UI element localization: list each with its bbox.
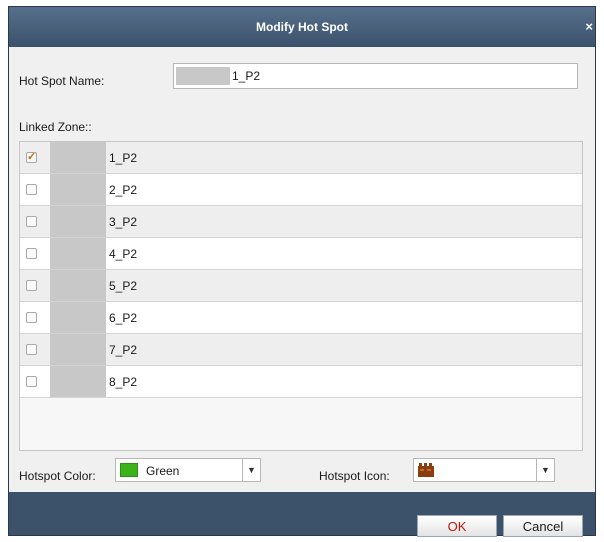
hot-spot-name-value: 1_P2 — [232, 69, 261, 83]
redacted-mask — [50, 142, 106, 173]
hotspot-icon-label: Hotspot Icon: — [319, 469, 390, 483]
redacted-mask — [50, 174, 106, 205]
zone-row[interactable]: 8_P2 — [20, 366, 582, 398]
zone-label: 5_P2 — [109, 279, 138, 293]
hotspot-color-label: Hotspot Color: — [19, 469, 96, 483]
redacted-mask — [50, 302, 106, 333]
zone-checkbox[interactable] — [26, 344, 37, 355]
chevron-down-icon[interactable]: ▼ — [536, 459, 554, 481]
zone-label: 7_P2 — [109, 343, 138, 357]
zone-checkbox[interactable] — [26, 376, 37, 387]
linked-zone-label: Linked Zone:: — [19, 120, 92, 134]
hotspot-color-value: Green — [146, 464, 180, 478]
zone-label: 8_P2 — [109, 375, 138, 389]
zone-row[interactable]: 4_P2 — [20, 238, 582, 270]
redacted-mask — [50, 334, 106, 365]
zone-checkbox[interactable] — [26, 216, 37, 227]
zone-label: 6_P2 — [109, 311, 138, 325]
modify-hot-spot-dialog: Modify Hot Spot × Hot Spot Name: 1_P2 Li… — [8, 6, 596, 537]
zone-checkbox[interactable] — [26, 280, 37, 291]
chevron-down-icon[interactable]: ▼ — [242, 459, 260, 481]
zone-label: 1_P2 — [109, 151, 138, 165]
zone-label: 2_P2 — [109, 183, 138, 197]
redacted-mask — [50, 238, 106, 269]
zone-label: 4_P2 — [109, 247, 138, 261]
zone-row[interactable]: 7_P2 — [20, 334, 582, 366]
color-swatch — [120, 463, 138, 477]
linked-zone-list[interactable]: 1_P2 2_P2 3_P2 4_P2 5_P2 6_P2 — [19, 141, 583, 451]
zone-row[interactable]: 1_P2 — [20, 142, 582, 174]
redacted-mask — [50, 270, 106, 301]
redacted-mask — [50, 206, 106, 237]
dialog-title: Modify Hot Spot — [256, 20, 348, 34]
hotspot-icon-select[interactable]: ▼ — [413, 458, 555, 482]
close-icon[interactable]: × — [585, 19, 593, 34]
hot-spot-name-input[interactable]: 1_P2 — [173, 63, 578, 89]
zone-label: 3_P2 — [109, 215, 138, 229]
zone-checkbox[interactable] — [26, 150, 37, 163]
zone-row[interactable]: 2_P2 — [20, 174, 582, 206]
fence-icon — [418, 463, 434, 477]
dialog-titlebar[interactable]: Modify Hot Spot × — [9, 7, 595, 47]
hot-spot-name-label: Hot Spot Name: — [19, 74, 105, 88]
redacted-mask — [50, 366, 106, 397]
zone-checkbox[interactable] — [26, 184, 37, 195]
zone-checkbox[interactable] — [26, 248, 37, 259]
hotspot-color-select[interactable]: Green ▼ — [115, 458, 261, 482]
zone-row[interactable]: 3_P2 — [20, 206, 582, 238]
zone-row[interactable]: 6_P2 — [20, 302, 582, 334]
zone-row[interactable]: 5_P2 — [20, 270, 582, 302]
zone-checkbox[interactable] — [26, 312, 37, 323]
cancel-button[interactable]: Cancel — [503, 515, 583, 537]
ok-button[interactable]: OK — [417, 515, 497, 537]
redacted-mask — [176, 67, 230, 85]
